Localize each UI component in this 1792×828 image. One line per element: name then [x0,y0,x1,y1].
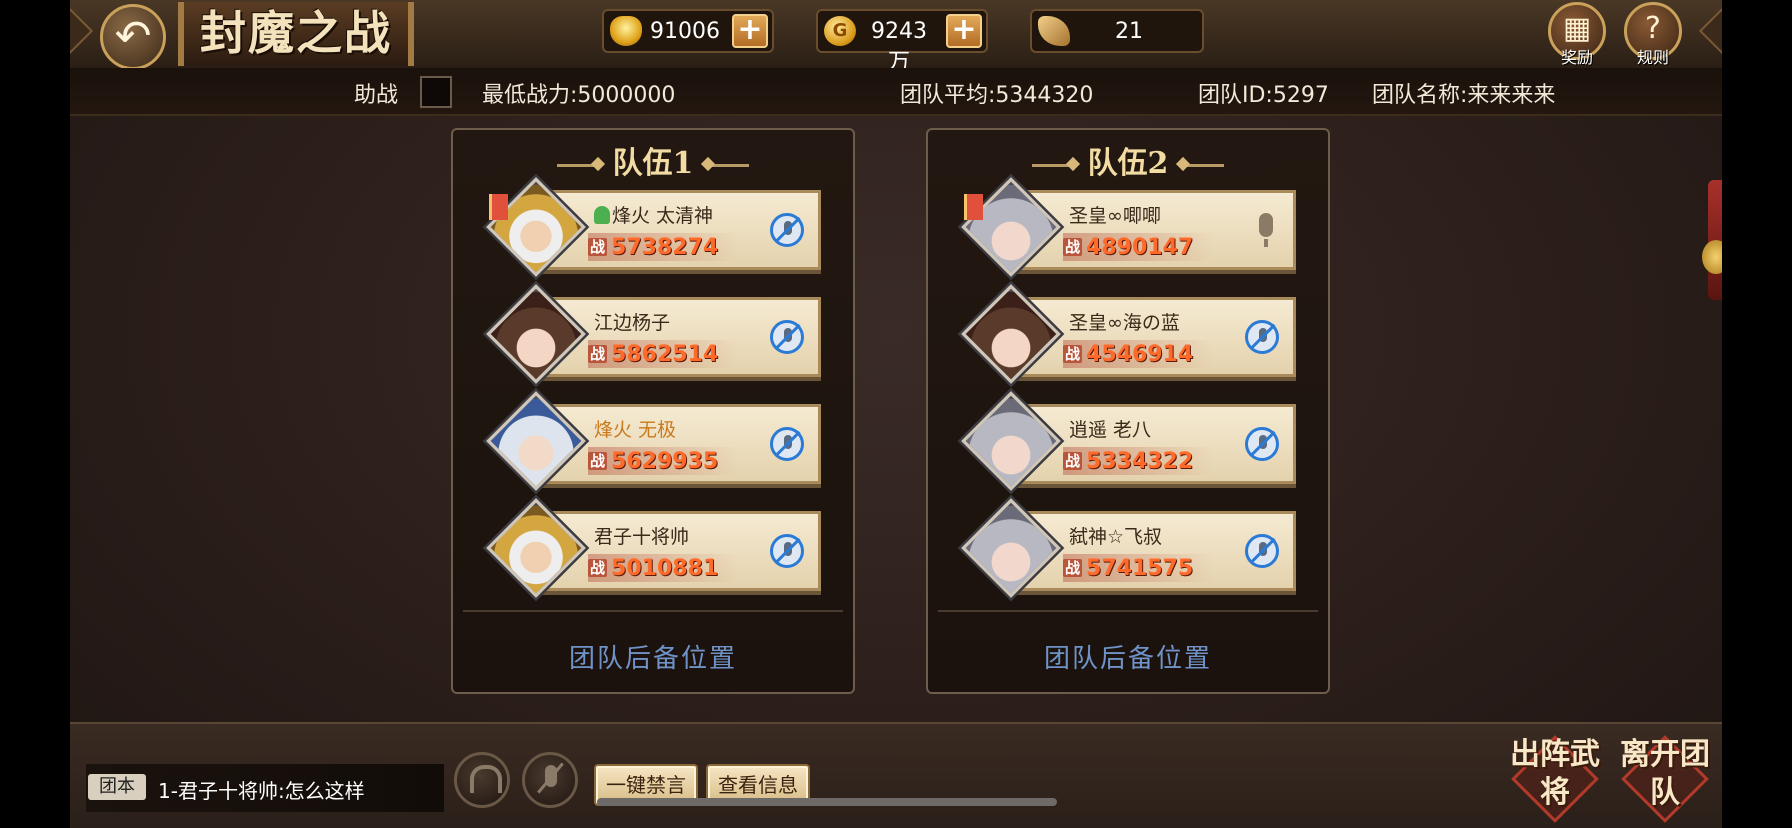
person-icon [594,206,610,224]
chat-channel-tag: 团本 [88,774,146,800]
member-name: 烽火 无极 [594,419,677,441]
muted-mic-icon[interactable] [770,213,804,247]
member-power: 战 5738274 [588,233,738,261]
power-prefix: 战 [1063,345,1083,363]
back-button[interactable]: ↶ [100,4,166,70]
reserve-divider [938,610,1318,612]
back-arrow-icon: ↶ [114,11,152,62]
power-prefix: 战 [588,238,608,256]
reward-label: 奖励 [1560,48,1593,67]
token-resource: 21 [1030,9,1204,53]
muted-mic-icon[interactable] [770,534,804,568]
member-power: 战 4890147 [1063,233,1213,261]
power-prefix: 战 [588,345,608,363]
member-name: 逍遥 老八 [1069,419,1152,441]
member-name: 君子十将帅 [594,526,690,548]
token-value: 21 [1115,19,1143,44]
member-name: 弑神☆飞叔 [1069,526,1163,548]
member-slot[interactable]: 君子十将帅 战 5010881 [486,498,821,598]
muted-mic-icon[interactable] [770,427,804,461]
team-panel-2: 队伍2 圣皇∞唧唧 战 4890147 圣皇∞海の蓝 战 4546914 逍遥 老八… [926,128,1330,694]
power-prefix: 战 [1063,452,1083,470]
leave-team-button[interactable]: 离开团队 [1620,732,1710,828]
member-power: 战 5629935 [588,447,738,475]
team-title: 队伍2 [928,138,1328,182]
member-slot[interactable]: 烽火 太清神 战 5738274 [486,177,821,277]
add-coin-button[interactable]: + [946,14,982,48]
rules-label: 规则 [1636,48,1669,67]
coin-resource: G 9243万 + [816,9,988,75]
power-prefix: 战 [588,559,608,577]
home-indicator [597,798,1057,806]
member-slot[interactable]: 烽火 无极 战 5629935 [486,391,821,491]
power-prefix: 战 [1063,238,1083,256]
team-id-text: 团队ID:5297 [1198,83,1329,108]
team-average-text: 团队平均:5344320 [900,83,1094,108]
page-title: 封魔之战 [178,2,414,66]
min-power-text: 最低战力:5000000 [482,83,676,108]
member-power: 战 4546914 [1063,340,1213,368]
member-slot[interactable]: 圣皇∞唧唧 战 4890147 [961,177,1296,277]
microphone-button[interactable] [522,752,578,808]
member-power: 战 5862514 [588,340,738,368]
ingot-value: 91006 [650,19,720,44]
member-slot[interactable]: 圣皇∞海の蓝 战 4546914 [961,284,1296,384]
power-prefix: 战 [1063,559,1083,577]
team-reserve-slot[interactable]: 团队后备位置 [928,638,1328,675]
corner-ornament-left [70,6,94,56]
muted-mic-icon[interactable] [1245,534,1279,568]
leave-label: 离开团队 [1620,737,1710,810]
question-icon: ? [1645,11,1661,46]
token-icon [1038,16,1070,46]
member-name: 圣皇∞唧唧 [1069,205,1161,227]
headset-icon [470,765,502,793]
game-screen: ↶ 封魔之战 91006 + G 9243万 + 21 ▦ 奖励 ? 规则 助战… [70,0,1722,828]
muted-mic-icon[interactable] [770,320,804,354]
deploy-generals-button[interactable]: 出阵武将 [1510,732,1600,828]
assist-checkbox[interactable] [420,76,452,108]
team-panel-1: 队伍1 烽火 太清神 战 5738274 江边杨子 战 5862514 烽火 无极 … [451,128,855,694]
microphone-icon[interactable] [1259,213,1273,247]
add-ingot-button[interactable]: + [732,14,768,48]
reserve-divider [463,610,843,612]
power-prefix: 战 [588,452,608,470]
corner-ornament-right [1698,6,1722,56]
member-name: 圣皇∞海の蓝 [1069,312,1180,334]
ingot-resource: 91006 + [602,9,774,53]
coin-icon: G [824,16,856,46]
team-info-strip: 助战 最低战力:5000000 团队平均:5344320 团队ID:5297 团… [70,68,1722,116]
side-knob-icon [1702,240,1722,274]
member-name: 烽火 太清神 [594,201,774,228]
team-reserve-slot[interactable]: 团队后备位置 [453,638,853,675]
member-power: 战 5741575 [1063,554,1213,582]
bottom-bar: 团本 1-君子十将帅:怎么这样 一键禁言 查看信息 出阵武将 离开团队 [70,722,1722,828]
muted-mic-icon[interactable] [1245,320,1279,354]
leader-flag-icon [489,194,508,220]
member-slot[interactable]: 弑神☆飞叔 战 5741575 [961,498,1296,598]
side-ornament [1702,180,1722,300]
chat-box[interactable]: 团本 1-君子十将帅:怎么这样 [86,764,444,812]
member-power: 战 5334322 [1063,447,1213,475]
member-power: 战 5010881 [588,554,738,582]
mic-off-icon [545,765,557,787]
leader-flag-icon [964,194,983,220]
team-name-text: 团队名称:来来来来 [1372,83,1556,108]
deploy-label: 出阵武将 [1510,737,1600,810]
gift-icon: ▦ [1562,11,1592,46]
member-slot[interactable]: 逍遥 老八 战 5334322 [961,391,1296,491]
muted-mic-icon[interactable] [1245,427,1279,461]
chat-message: 1-君子十将帅:怎么这样 [158,779,365,803]
ingot-icon [610,16,642,46]
team-title: 队伍1 [453,138,853,182]
assist-label: 助战 [354,83,399,108]
headset-button[interactable] [454,752,510,808]
member-slot[interactable]: 江边杨子 战 5862514 [486,284,821,384]
top-bar: ↶ 封魔之战 91006 + G 9243万 + 21 ▦ 奖励 ? 规则 [70,0,1722,75]
member-name: 江边杨子 [594,312,671,334]
